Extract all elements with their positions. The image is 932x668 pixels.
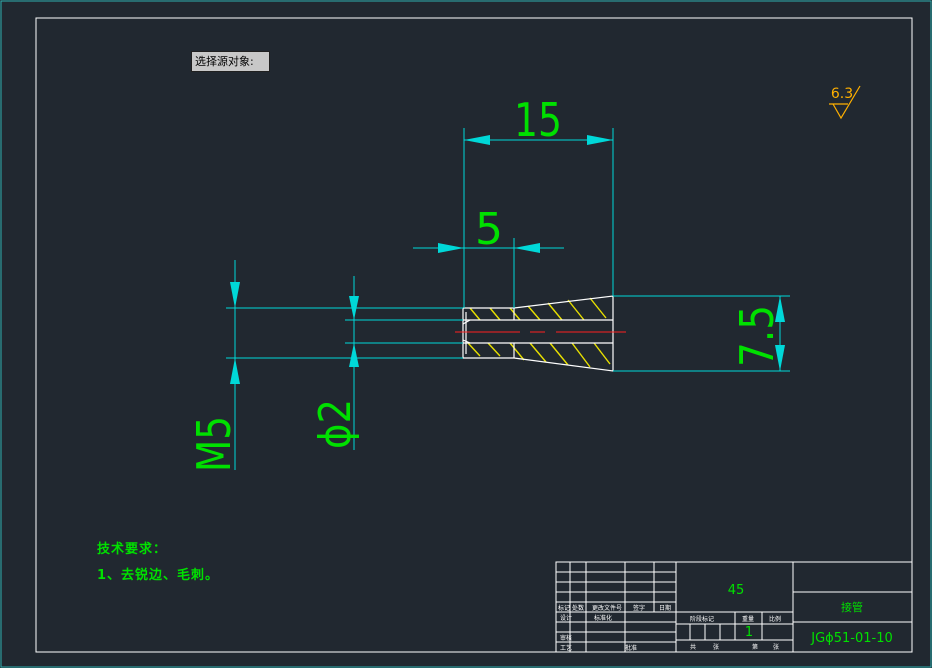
dim-phi2-text: ϕ2 <box>310 399 361 449</box>
tb-label: 第 <box>752 643 758 651</box>
tech-requirement-item-1: 1、去锐边、毛刺。 <box>97 568 220 583</box>
tb-label: 批准 <box>625 644 637 652</box>
tb-label: 工艺 <box>560 644 572 652</box>
tb-label: 比例 <box>769 615 781 623</box>
command-prompt-tooltip: 选择源对象: <box>191 51 270 72</box>
dim-5-text: 5 <box>475 204 503 255</box>
part-outline <box>462 295 614 372</box>
tb-label: 阶段标记 <box>690 615 714 623</box>
scale-text: 1 <box>745 625 753 640</box>
tech-requirements-title: 技术要求： <box>97 542 168 557</box>
tb-label: 设计 <box>560 614 572 622</box>
dim-15-text: 15 <box>514 93 562 147</box>
tb-label: 标准化 <box>594 614 612 622</box>
tb-label: 签字 <box>633 604 645 612</box>
tb-label: 更改文件号 <box>592 604 622 612</box>
dim-7-5-text: 7.5 <box>730 305 784 367</box>
material-text: 45 <box>728 583 745 598</box>
tb-label: 重量 <box>742 615 754 623</box>
tb-label: 共 <box>690 643 696 651</box>
dimension-texts: 15 5 7.5 M5 ϕ2 <box>187 93 784 472</box>
tb-label: 标记 <box>558 604 570 612</box>
tb-label: 张 <box>713 643 719 651</box>
drawing-number-text: JGϕ51-01-10 <box>810 631 893 646</box>
roughness-symbol: 6.3 <box>829 85 861 120</box>
roughness-text: 6.3 <box>831 86 853 102</box>
tb-label: 审核 <box>560 634 572 642</box>
dim-m5-text: M5 <box>187 416 241 472</box>
tb-label: 处数 <box>572 604 584 612</box>
dimension-arrows <box>230 135 785 384</box>
tb-label: 张 <box>773 643 779 651</box>
part-name-text: 接管 <box>841 600 863 614</box>
tb-label: 日期 <box>659 604 671 612</box>
